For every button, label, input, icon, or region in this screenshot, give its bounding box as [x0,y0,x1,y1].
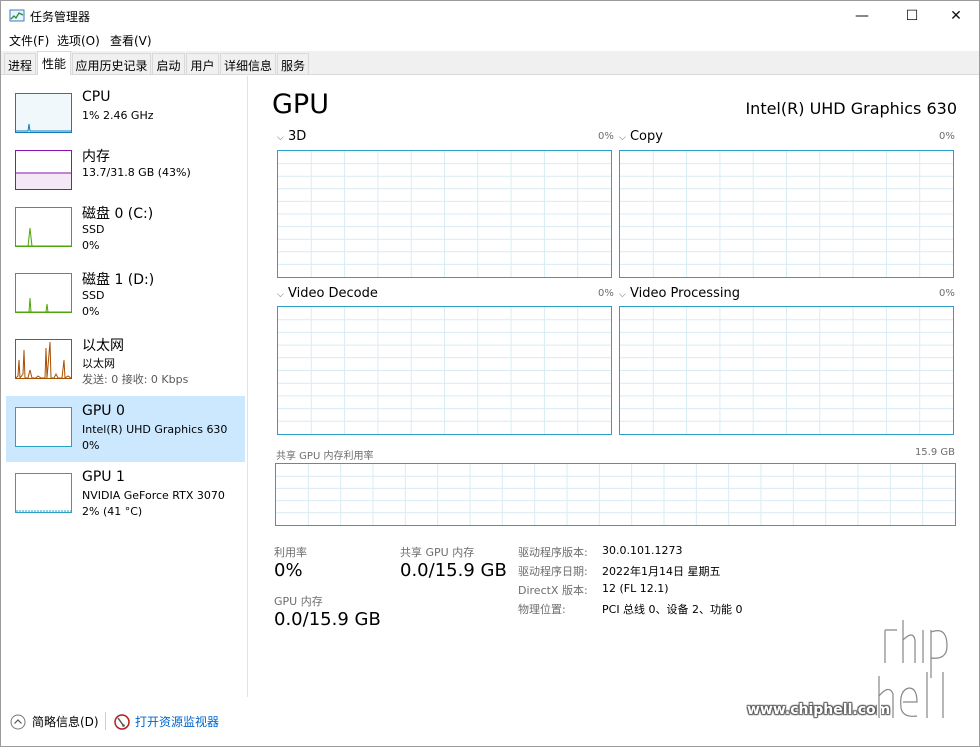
sidebar-detail: 1% 2.46 GHz [82,109,154,122]
engine-video-processing-graph [619,306,954,435]
physical-location-value: PCI 总线 0、设备 2、功能 0 [602,603,743,616]
tab-users[interactable]: 用户 [186,53,219,74]
sidebar-detail: 0% [82,305,100,318]
sidebar-title: 内存 [82,149,110,165]
tab-bar: 进程 性能 应用历史记录 启动 用户 详细信息 服务 [1,51,979,75]
gpu-model-name: Intel(R) UHD Graphics 630 [745,99,957,118]
engine-copy-percent: 0% [939,131,955,142]
tab-app-history[interactable]: 应用历史记录 [72,53,151,74]
driver-version-label: 驱动程序版本: [518,546,588,559]
physical-location-label: 物理位置: [518,603,566,616]
engine-3d-percent: 0% [598,131,614,142]
directx-version-value: 12 (FL 12.1) [602,582,669,595]
sidebar-detail: SSD [82,223,105,236]
sidebar-detail: 2% (41 °C) [82,505,143,518]
gpu1-thumbnail-graph [15,473,72,513]
sidebar-title: 以太网 [82,338,124,354]
sidebar-detail: 0% [82,439,100,452]
maximize-button[interactable]: ☐ [889,1,935,31]
sidebar-title: 磁盘 0 (C:) [82,206,154,222]
close-icon: ✕ [950,8,962,24]
open-resource-monitor-link[interactable]: 打开资源监视器 [114,713,219,730]
window-title: 任务管理器 [30,10,91,24]
close-button[interactable]: ✕ [933,1,979,31]
engine-selector-3d[interactable]: ⌵ 3D [277,129,306,144]
engine-video-processing-percent: 0% [939,288,955,299]
tab-services[interactable]: 服务 [277,53,309,74]
sidebar-detail: 0% [82,239,100,252]
gpu0-thumbnail-graph [15,407,72,447]
disk1-thumbnail-graph [15,273,72,313]
sidebar-title: GPU 0 [82,403,125,419]
driver-date-label: 驱动程序日期: [518,565,588,578]
memory-thumbnail-graph [15,150,72,190]
chiphell-watermark: www.chiphell.com [747,618,967,728]
menu-view[interactable]: 查看(V) [110,32,152,49]
chevron-down-icon: ⌵ [619,290,626,300]
menu-bar: 文件(F) 选项(O) 查看(V) [1,30,979,50]
gpu-memory-label: GPU 内存 [274,595,323,608]
tab-processes[interactable]: 进程 [4,53,36,74]
sidebar-detail: 以太网 [82,357,115,370]
maximize-icon: ☐ [905,8,919,24]
chiphell-logo [877,618,950,720]
fewer-details-button[interactable]: 简略信息(D) [10,713,99,730]
sidebar-detail: 发送: 0 接收: 0 Kbps [82,373,189,386]
resource-monitor-icon [114,713,130,730]
utilization-value: 0% [274,560,303,581]
cpu-thumbnail-graph [15,93,72,133]
tab-startup[interactable]: 启动 [152,53,185,74]
gpu-memory-value: 0.0/15.9 GB [274,609,381,630]
shared-memory-graph-max: 15.9 GB [914,447,955,458]
task-manager-icon [9,9,25,22]
chevron-down-icon: ⌵ [619,133,626,143]
sidebar-item-gpu-0[interactable]: GPU 0 Intel(R) UHD Graphics 630 0% [6,396,245,462]
chevron-down-icon: ⌵ [277,133,284,143]
minimize-icon: — [855,8,869,24]
sidebar-detail: SSD [82,289,105,302]
sidebar-item-gpu-1[interactable]: GPU 1 NVIDIA GeForce RTX 3070 2% (41 °C) [6,462,245,528]
driver-version-value: 30.0.101.1273 [602,544,683,557]
gpu-detail-panel: GPU Intel(R) UHD Graphics 630 ⌵ 3D 0% ⌵ … [249,76,979,697]
page-title: GPU [272,89,329,120]
menu-options[interactable]: 选项(O) [57,32,100,49]
title-bar: 任务管理器 — ☐ ✕ [1,1,979,31]
engine-video-decode-percent: 0% [598,288,614,299]
sidebar-detail: Intel(R) UHD Graphics 630 [82,423,228,436]
engine-selector-video-decode[interactable]: ⌵ Video Decode [277,286,378,301]
chevron-down-icon: ⌵ [277,290,284,300]
engine-video-decode-graph [277,306,612,435]
tab-details[interactable]: 详细信息 [220,53,276,74]
driver-date-value: 2022年1月14日 星期五 [602,565,721,578]
sidebar-item-disk-0[interactable]: 磁盘 0 (C:) SSD 0% [6,196,245,262]
engine-copy-graph [619,150,954,278]
shared-memory-value: 0.0/15.9 GB [400,560,507,581]
shared-memory-label: 共享 GPU 内存 [400,546,475,559]
disk0-thumbnail-graph [15,207,72,247]
sidebar-detail: NVIDIA GeForce RTX 3070 [82,489,225,502]
footer-divider [105,712,106,730]
engine-3d-graph [277,150,612,278]
menu-file[interactable]: 文件(F) [9,32,49,49]
engine-selector-video-processing[interactable]: ⌵ Video Processing [619,286,740,301]
tab-performance[interactable]: 性能 [37,51,71,75]
utilization-label: 利用率 [274,546,307,559]
performance-sidebar: CPU 1% 2.46 GHz 内存 13.7/31.8 GB (43%) 磁盘… [1,76,248,697]
sidebar-detail: 13.7/31.8 GB (43%) [82,166,191,179]
watermark-url: www.chiphell.com [747,702,891,718]
sidebar-title: 磁盘 1 (D:) [82,272,155,288]
engine-selector-copy[interactable]: ⌵ Copy [619,129,663,144]
shared-memory-graph-label: 共享 GPU 内存利用率 [276,451,374,462]
ethernet-thumbnail-graph [15,339,72,379]
sidebar-item-ethernet[interactable]: 以太网 以太网 发送: 0 接收: 0 Kbps [6,328,245,394]
sidebar-title: CPU [82,89,111,105]
directx-version-label: DirectX 版本: [518,584,588,597]
chevron-up-circle-icon [10,714,26,729]
sidebar-item-disk-1[interactable]: 磁盘 1 (D:) SSD 0% [6,262,245,328]
minimize-button[interactable]: — [839,1,885,31]
sidebar-title: GPU 1 [82,469,125,485]
shared-memory-graph [275,463,956,526]
